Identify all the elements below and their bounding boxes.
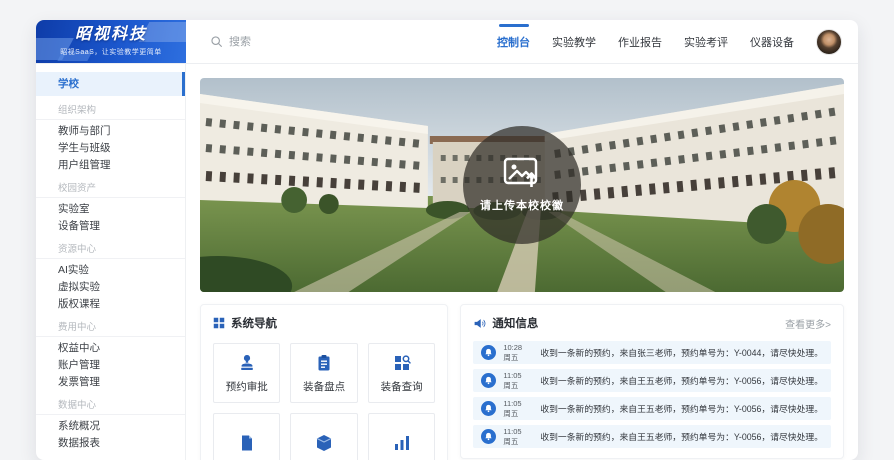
card-partial-1[interactable] — [213, 413, 280, 460]
sidebar-section-resource-center: 资源中心 — [36, 235, 185, 258]
notification-text: 收到一条新的预约，来自张三老师，预约单号为：Y-0044，请尽快处理。 — [540, 346, 823, 359]
tab-homework-reports[interactable]: 作业报告 — [618, 20, 662, 64]
divider — [36, 414, 185, 415]
grid-search-icon — [392, 353, 412, 373]
divider — [36, 119, 185, 120]
sidebar-section-data-center: 数据中心 — [36, 391, 185, 414]
bell-icon — [481, 345, 496, 360]
card-partial-3[interactable] — [368, 413, 435, 460]
view-more-link[interactable]: 查看更多> — [785, 316, 831, 331]
sidebar-item-virtual-experiments[interactable]: 虚拟实验 — [36, 279, 185, 296]
sidebar-item-licensed-courses[interactable]: 版权课程 — [36, 296, 185, 313]
speaker-icon — [473, 317, 486, 330]
notification-item[interactable]: 10:28周五 收到一条新的预约，来自张三老师，预约单号为：Y-0044，请尽快… — [473, 341, 831, 364]
sidebar-section-billing-center: 费用中心 — [36, 313, 185, 336]
sidebar-section-org-structure: 组织架构 — [36, 96, 185, 119]
chart-icon — [392, 433, 412, 453]
notification-time: 10:28周五 — [503, 343, 533, 363]
notification-time: 11:05周五 — [503, 399, 533, 419]
sidebar-section-campus-assets: 校园资产 — [36, 174, 185, 197]
tab-console[interactable]: 控制台 — [497, 20, 530, 64]
bell-icon — [481, 429, 496, 444]
notifications-title: 通知信息 — [492, 315, 538, 331]
sidebar-item-ai-experiments[interactable]: AI实验 — [36, 262, 185, 279]
sidebar-item-device-management[interactable]: 设备管理 — [36, 218, 185, 235]
sidebar-item-teachers-departments[interactable]: 教师与部门 — [36, 123, 185, 140]
search-bar — [186, 20, 497, 63]
system-nav-panel: 系统导航 预约审批 — [200, 304, 448, 460]
card-reservation-approval[interactable]: 预约审批 — [213, 343, 280, 403]
notification-item[interactable]: 11:05周五 收到一条新的预约，来自王五老师，预约单号为：Y-0056，请尽快… — [473, 397, 831, 420]
divider — [36, 258, 185, 259]
system-nav-grid: 预约审批 装备盘点 — [213, 343, 435, 460]
sidebar-item-user-groups[interactable]: 用户组管理 — [36, 157, 185, 174]
system-nav-title: 系统导航 — [231, 315, 277, 331]
grid-icon — [213, 317, 225, 329]
clipboard-icon — [314, 353, 334, 373]
notification-time: 11:05周五 — [503, 371, 533, 391]
search-icon — [210, 35, 223, 48]
tab-experiment-teaching[interactable]: 实验教学 — [552, 20, 596, 64]
card-label: 装备查询 — [381, 379, 423, 394]
top-header: 昭视科技 昭视SaaS，让实验教学更简单 控制台 实验教学 作业报告 实验考评 … — [36, 20, 858, 64]
brand-title: 昭视科技 — [75, 26, 147, 44]
sidebar-item-invoice-management[interactable]: 发票管理 — [36, 374, 185, 391]
top-nav-tabs: 控制台 实验教学 作业报告 实验考评 仪器设备 — [497, 20, 810, 63]
search-input[interactable] — [229, 36, 379, 48]
document-icon — [237, 433, 257, 453]
notification-text: 收到一条新的预约，来自王五老师，预约单号为：Y-0056，请尽快处理。 — [540, 374, 823, 387]
notification-item[interactable]: 11:05周五 收到一条新的预约，来自王五老师，预约单号为：Y-0056，请尽快… — [473, 425, 831, 448]
tab-instruments[interactable]: 仪器设备 — [750, 20, 794, 64]
campus-photo-banner: 请上传本校校徽 — [200, 78, 844, 292]
sidebar-item-benefits-center[interactable]: 权益中心 — [36, 340, 185, 357]
brand-logo[interactable]: 昭视科技 昭视SaaS，让实验教学更简单 — [36, 20, 186, 63]
image-upload-icon — [503, 157, 541, 189]
divider — [36, 336, 185, 337]
card-label: 预约审批 — [226, 379, 268, 394]
user-avatar[interactable] — [816, 29, 842, 55]
sidebar-item-account-management[interactable]: 账户管理 — [36, 357, 185, 374]
main-content: 请上传本校校徽 系统导航 — [186, 64, 858, 460]
notification-text: 收到一条新的预约，来自王五老师，预约单号为：Y-0056，请尽快处理。 — [540, 402, 823, 415]
sidebar-item-labs[interactable]: 实验室 — [36, 201, 185, 218]
sidebar-item-students-classes[interactable]: 学生与班级 — [36, 140, 185, 157]
stamp-icon — [237, 353, 257, 373]
card-partial-2[interactable] — [290, 413, 357, 460]
sidebar-item-data-report[interactable]: 数据报表 — [36, 435, 185, 452]
sidebar: 学校 组织架构 教师与部门 学生与班级 用户组管理 校园资产 实验室 设备管理 … — [36, 64, 186, 460]
notification-text: 收到一条新的预约，来自王五老师，预约单号为：Y-0056，请尽快处理。 — [540, 430, 823, 443]
notifications-list: 10:28周五 收到一条新的预约，来自张三老师，预约单号为：Y-0044，请尽快… — [473, 341, 831, 448]
notifications-panel: 通知信息 查看更多> 10:28周五 收到一条新的预约，来自张三老师，预约单号为… — [460, 304, 844, 459]
divider — [36, 197, 185, 198]
bell-icon — [481, 401, 496, 416]
upload-text: 请上传本校校徽 — [480, 197, 564, 213]
app-window: 昭视科技 昭视SaaS，让实验教学更简单 控制台 实验教学 作业报告 实验考评 … — [36, 20, 858, 460]
card-label: 装备盘点 — [303, 379, 345, 394]
card-equipment-search[interactable]: 装备查询 — [368, 343, 435, 403]
notification-item[interactable]: 11:05周五 收到一条新的预约，来自王五老师，预约单号为：Y-0056，请尽快… — [473, 369, 831, 392]
upload-school-badge-button[interactable]: 请上传本校校徽 — [463, 126, 581, 244]
bell-icon — [481, 373, 496, 388]
card-equipment-inventory[interactable]: 装备盘点 — [290, 343, 357, 403]
sidebar-item-system-overview[interactable]: 系统概况 — [36, 418, 185, 435]
notification-time: 11:05周五 — [503, 427, 533, 447]
package-icon — [314, 433, 334, 453]
tab-experiment-assessment[interactable]: 实验考评 — [684, 20, 728, 64]
brand-tagline: 昭视SaaS，让实验教学更简单 — [60, 47, 162, 57]
sidebar-item-school[interactable]: 学校 — [36, 72, 185, 96]
